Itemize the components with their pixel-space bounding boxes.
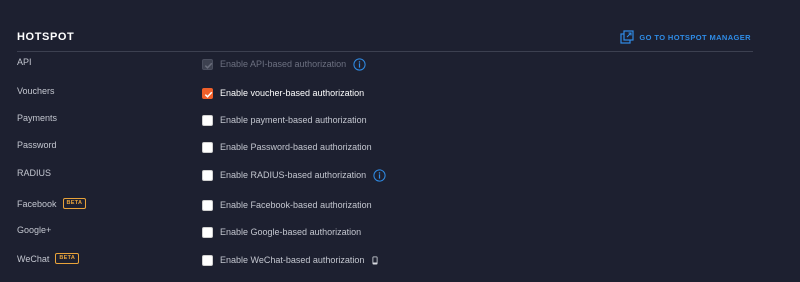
auth-row-wechat: WeChat BETA Enable WeChat-based authoriz…	[17, 250, 737, 270]
radius-auth-checkbox[interactable]	[202, 169, 213, 181]
row-label: Google+	[17, 225, 52, 235]
radius-auth-label[interactable]: Enable RADIUS-based authorization	[220, 170, 366, 180]
facebook-option: Enable Facebook-based authorization	[202, 195, 372, 215]
auth-row-google: Google+ Enable Google-based authorizatio…	[17, 222, 737, 242]
password-option: Enable Password-based authorization	[202, 137, 372, 157]
auth-row-api: API Enable API-based authorization	[17, 54, 737, 74]
vouchers-option: Enable voucher-based authorization	[202, 83, 364, 103]
external-link-icon	[620, 30, 634, 44]
payments-option: Enable payment-based authorization	[202, 110, 367, 130]
row-label: WeChat BETA	[17, 253, 80, 264]
wechat-auth-label[interactable]: Enable WeChat-based authorization	[220, 255, 364, 265]
row-label: Password	[17, 140, 57, 150]
auth-row-password: Password Enable Password-based authoriza…	[17, 137, 737, 157]
vouchers-auth-checkbox[interactable]	[202, 87, 213, 99]
google-auth-label[interactable]: Enable Google-based authorization	[220, 227, 361, 237]
payments-auth-checkbox[interactable]	[202, 114, 213, 126]
payments-auth-label[interactable]: Enable payment-based authorization	[220, 115, 367, 125]
beta-badge: BETA	[62, 198, 87, 209]
row-label: Vouchers	[17, 86, 55, 96]
row-label: API	[17, 57, 32, 67]
section-title: HOTSPOT	[17, 31, 75, 43]
info-icon[interactable]	[373, 168, 386, 182]
auth-row-vouchers: Vouchers Enable voucher-based authorizat…	[17, 83, 737, 103]
google-auth-checkbox[interactable]	[202, 226, 213, 238]
section-header: HOTSPOT GO TO HOTSPOT MANAGER	[17, 29, 753, 52]
api-auth-checkbox	[202, 58, 213, 70]
row-label: RADIUS	[17, 168, 52, 178]
row-label: Payments	[17, 113, 58, 123]
info-icon[interactable]	[353, 57, 366, 71]
google-option: Enable Google-based authorization	[202, 222, 361, 242]
password-auth-checkbox[interactable]	[202, 141, 213, 153]
hotspot-settings-panel: HOTSPOT GO TO HOTSPOT MANAGER API Enable…	[0, 0, 800, 282]
api-auth-label: Enable API-based authorization	[220, 59, 347, 69]
wechat-auth-checkbox[interactable]	[202, 254, 213, 266]
auth-row-radius: RADIUS Enable RADIUS-based authorization	[17, 165, 737, 185]
hotspot-manager-link[interactable]: GO TO HOTSPOT MANAGER	[620, 30, 751, 44]
radius-option: Enable RADIUS-based authorization	[202, 165, 386, 185]
password-auth-label[interactable]: Enable Password-based authorization	[220, 142, 372, 152]
phone-icon	[372, 256, 378, 264]
vouchers-auth-label[interactable]: Enable voucher-based authorization	[220, 88, 364, 98]
api-option: Enable API-based authorization	[202, 54, 366, 74]
hotspot-manager-link-label: GO TO HOTSPOT MANAGER	[639, 32, 751, 42]
facebook-auth-label[interactable]: Enable Facebook-based authorization	[220, 200, 372, 210]
beta-badge: BETA	[55, 253, 80, 264]
auth-row-payments: Payments Enable payment-based authorizat…	[17, 110, 737, 130]
auth-row-facebook: Facebook BETA Enable Facebook-based auth…	[17, 195, 737, 215]
facebook-auth-checkbox[interactable]	[202, 199, 213, 211]
row-label: Facebook BETA	[17, 198, 87, 209]
wechat-option: Enable WeChat-based authorization	[202, 250, 378, 270]
